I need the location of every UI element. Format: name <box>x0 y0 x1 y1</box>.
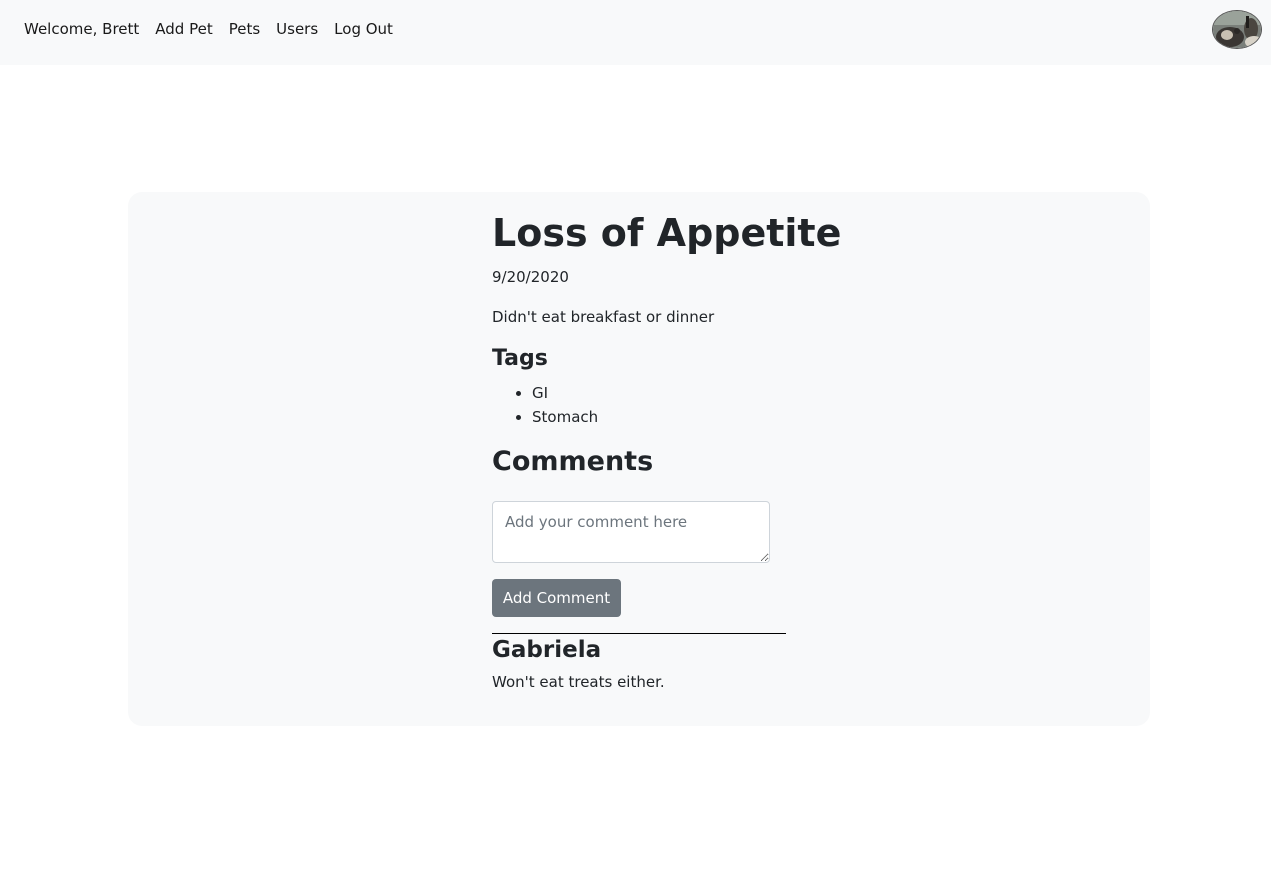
tags-list: GI Stomach <box>492 381 598 429</box>
symptom-description: Didn't eat breakfast or dinner <box>492 308 715 326</box>
navbar: Welcome, Brett Add Pet Pets Users Log Ou… <box>0 0 1271 65</box>
nav-welcome-link[interactable]: Welcome, Brett <box>24 19 139 39</box>
symptom-card: Loss of Appetite 9/20/2020 Didn't eat br… <box>128 192 1150 726</box>
tag-item: Stomach <box>532 405 598 429</box>
comment-divider <box>492 633 786 634</box>
user-avatar[interactable] <box>1212 10 1262 49</box>
tags-heading: Tags <box>492 346 548 371</box>
comment-input[interactable] <box>492 501 770 563</box>
comment-text: Won't eat treats either. <box>492 673 665 691</box>
symptom-date: 9/20/2020 <box>492 268 569 286</box>
symptom-title: Loss of Appetite <box>492 211 842 255</box>
nav-links: Welcome, Brett Add Pet Pets Users Log Ou… <box>24 19 409 39</box>
comments-heading: Comments <box>492 446 654 477</box>
nav-log-out-link[interactable]: Log Out <box>334 19 393 39</box>
nav-pets-link[interactable]: Pets <box>229 19 260 39</box>
nav-users-link[interactable]: Users <box>276 19 318 39</box>
nav-add-pet-link[interactable]: Add Pet <box>155 19 212 39</box>
add-comment-button[interactable]: Add Comment <box>492 579 621 617</box>
comment-author: Gabriela <box>492 637 602 663</box>
avatar-photo-icon <box>1213 11 1261 48</box>
tag-item: GI <box>532 381 598 405</box>
